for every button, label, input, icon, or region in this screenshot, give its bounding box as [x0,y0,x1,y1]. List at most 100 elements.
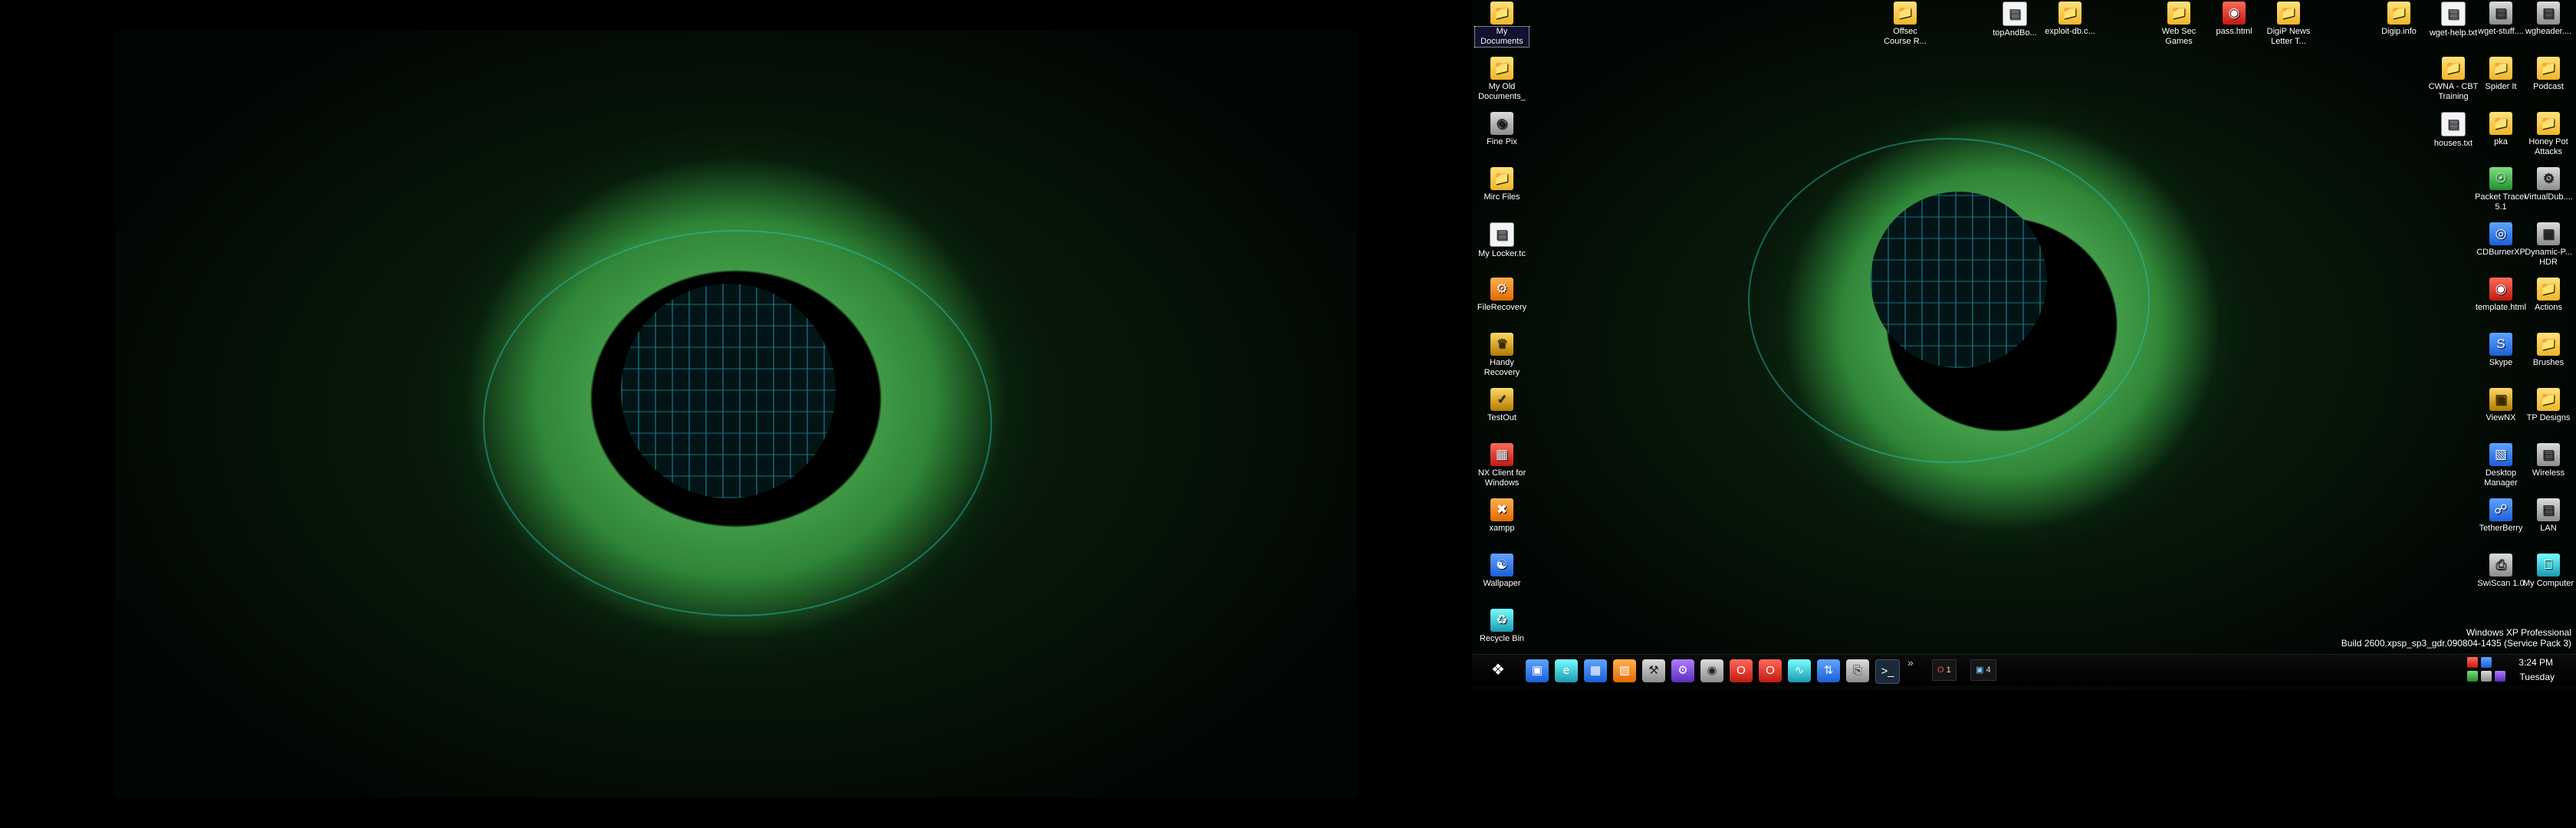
clock-time[interactable]: 3:24 PM [2518,657,2553,668]
desktop-icon-my-old-documents[interactable]: 📁 My Old Documents_ [1475,57,1529,102]
desktop-icon-tetherberry[interactable]: ☍ TetherBerry [2474,498,2528,534]
desktop-icon-packet-tracer[interactable]: ☉ Packet Tracer 5.1 [2474,167,2528,212]
desktop-icon-cwna[interactable]: 📁 CWNA - CBT Training [2426,57,2480,102]
desktop-icon-filerecovery[interactable]: ⚙ FileRecovery [1475,278,1529,313]
watermark-line1: Windows XP Professional [2466,627,2571,638]
left-monitor [0,0,1472,828]
html-icon: ◉ [2489,278,2512,301]
watermark-line2: Build 2600.xpsp_sp3_gdr.090804-1435 (Ser… [2341,638,2571,649]
ftp-icon[interactable]: ⇅ [1817,659,1840,682]
html-icon: ◉ [2223,2,2246,25]
folder-icon: 📁 [2387,2,2410,25]
folder-icon: 📁 [2537,57,2560,80]
desktop-icon-wallpaper[interactable]: ☯ Wallpaper [1475,554,1529,589]
cd-icon: ◎ [2489,222,2512,245]
desktop-icon-swiscan[interactable]: ⎙ SwiScan 1.0 [2474,554,2528,589]
tether-icon: ☍ [2489,498,2512,521]
folder-icon: 📁 [2058,2,2082,25]
desktop-icon-pka[interactable]: 📁 pka [2474,112,2528,147]
desktop-icon-virtualdub[interactable]: ⚙ VirtualDub.... [2522,167,2575,202]
desktop-icon-spider-it[interactable]: 📁 Spider It [2474,57,2528,92]
media-icon[interactable]: ◉ [1700,659,1723,682]
desktop-icon-testout[interactable]: ✓ TestOut [1475,388,1529,423]
desktop-icon-wgheader[interactable]: ▤ wgheader.... [2522,2,2575,37]
desktop-icon-xampp[interactable]: ✖ xampp [1475,498,1529,534]
desktop-icon-houses-txt[interactable]: ▤ houses.txt [2426,112,2480,149]
tools-icon[interactable]: ⚒ [1642,659,1665,682]
settings-icon[interactable]: ⚙ [1671,659,1694,682]
text-file-icon: ▤ [2441,2,2466,26]
desktop-icon-my-computer[interactable]: ⎕ My Computer [2522,554,2575,589]
opera-icon[interactable]: O [1759,659,1782,682]
desktop-icon-web-sec-games[interactable]: 📁 Web Sec Games [2152,2,2206,47]
folder-icon: 📁 [2277,2,2300,25]
folder-icon: 📁 [1490,57,1513,80]
folder-icon: 📁 [2442,57,2465,80]
show-desktop-icon[interactable]: ▣ [1526,659,1549,682]
desktop-icon-nx-client[interactable]: ▦ NX Client for Windows [1475,443,1529,488]
desktop-icon-handy-recovery[interactable]: ♛ Handy Recovery [1475,333,1529,378]
desktop-icon-template-html[interactable]: ◉ template.html [2474,278,2528,313]
taskbar: ❖ ▣ e ▦ ▧ ⚒ ⚙ ◉ O O ∿ ⇅ ⎘ >_ » O 1 ▣ 4 3… [1472,654,2576,685]
desktop-icon-fine-pix[interactable]: ◉ Fine Pix [1475,112,1529,147]
file-icon: ▤ [2003,2,2027,26]
wallpaper-circuit [621,284,836,498]
explorer-icon[interactable]: ▦ [1584,659,1607,682]
tray-app-icon[interactable] [2481,657,2492,668]
right-monitor: 📁 My Documents 📁 My Old Documents_ ◉ Fin… [1472,0,2576,690]
computer-icon: ⎕ [2537,554,2560,577]
desktop-icon-tp-designs[interactable]: 📁 TP Designs [2522,388,2575,423]
desktop-icon-desktop-manager[interactable]: ▧ Desktop Manager [2474,443,2528,488]
desktop-icon-wget-stuff[interactable]: ▤ wget-stuff.... [2474,2,2528,37]
desktop-icon-brushes[interactable]: 📁 Brushes [2522,333,2575,368]
desktop-icon-podcast[interactable]: 📁 Podcast [2522,57,2575,92]
desktop-icon-lan[interactable]: ▤ LAN [2522,498,2575,534]
desktop-icon-actions[interactable]: 📁 Actions [2522,278,2575,313]
desktop-icon-digip-info[interactable]: 📁 Digip.info [2372,2,2426,37]
cmd-icon[interactable]: >_ [1875,659,1900,684]
network-icon: ▤ [2537,498,2560,521]
camera-icon: ◉ [1490,112,1513,135]
tray-app-icon[interactable] [2467,657,2478,668]
taskbar-button-app[interactable]: ▣ 4 [1970,659,1996,681]
tray-app-icon[interactable] [2467,671,2478,682]
tray-app-icon[interactable] [2481,671,2492,682]
desktop-icon-exploit-db[interactable]: 📁 exploit-db.c... [2043,2,2097,37]
windows-logo-icon: ❖ [1491,662,1505,678]
desktop-icon-skype[interactable]: S Skype [2474,333,2528,368]
skype-icon: S [2489,333,2512,356]
folder-icon: 📁 [2489,112,2512,135]
start-button[interactable]: ❖ [1487,659,1509,681]
image-icon: ☯ [1490,554,1513,577]
desktop-icon-topandbo[interactable]: ▤ topAndBo... [1988,2,2042,38]
desktop-icon-viewnx[interactable]: ▣ ViewNX [2474,388,2528,423]
folder-icon: 📁 [2537,333,2560,356]
tray-app-icon[interactable] [2495,671,2505,682]
ie-icon[interactable]: e [1555,659,1578,682]
app-icon: ▣ [1976,665,1984,675]
desktop-icon-wireless[interactable]: ▤ Wireless [2522,443,2575,478]
xampp-icon: ✖ [1490,498,1513,521]
quick-launch-chevron[interactable]: » [1907,656,1914,669]
file-icon: ▤ [2489,2,2512,25]
folder-icon: 📁 [2537,388,2560,411]
wave-icon[interactable]: ∿ [1788,659,1811,682]
desktop-icon-digip-newsletter[interactable]: 📁 DigiP News Letter T... [2262,2,2315,47]
taskbar-button-opera[interactable]: O 1 [1932,659,1957,681]
desktop-icon-offsec[interactable]: 📁 Offsec Course R... [1878,2,1932,47]
folder-icon: 📁 [2167,2,2190,25]
desktop-icon-honey-pot[interactable]: 📁 Honey Pot Attacks [2522,112,2575,157]
desktop-icon-mirc-files[interactable]: 📁 Mirc Files [1475,167,1529,202]
desktop-icon-my-documents[interactable]: 📁 My Documents [1474,2,1530,48]
desktop-icon-my-locker[interactable]: ▤ My Locker.tc [1475,222,1529,259]
desktop-icon-cdburnerxp[interactable]: ◎ CDBurnerXP [2474,222,2528,258]
desktop-icon-wget-help[interactable]: ▤ wget-help.txt [2426,2,2480,38]
desktop-icon-dynamic-hdr[interactable]: ▦ Dynamic-P... HDR [2522,222,2575,268]
wallpaper-circuit [1871,192,2047,368]
opera-icon[interactable]: O [1730,659,1753,682]
putty-icon[interactable]: ⎘ [1846,659,1869,682]
network-icon[interactable]: ▧ [1613,659,1636,682]
desktop-icon-recycle-bin[interactable]: ♻ Recycle Bin [1475,609,1529,644]
desktop-icon-pass-html[interactable]: ◉ pass.html [2207,2,2261,37]
recycle-bin-icon: ♻ [1490,609,1513,632]
